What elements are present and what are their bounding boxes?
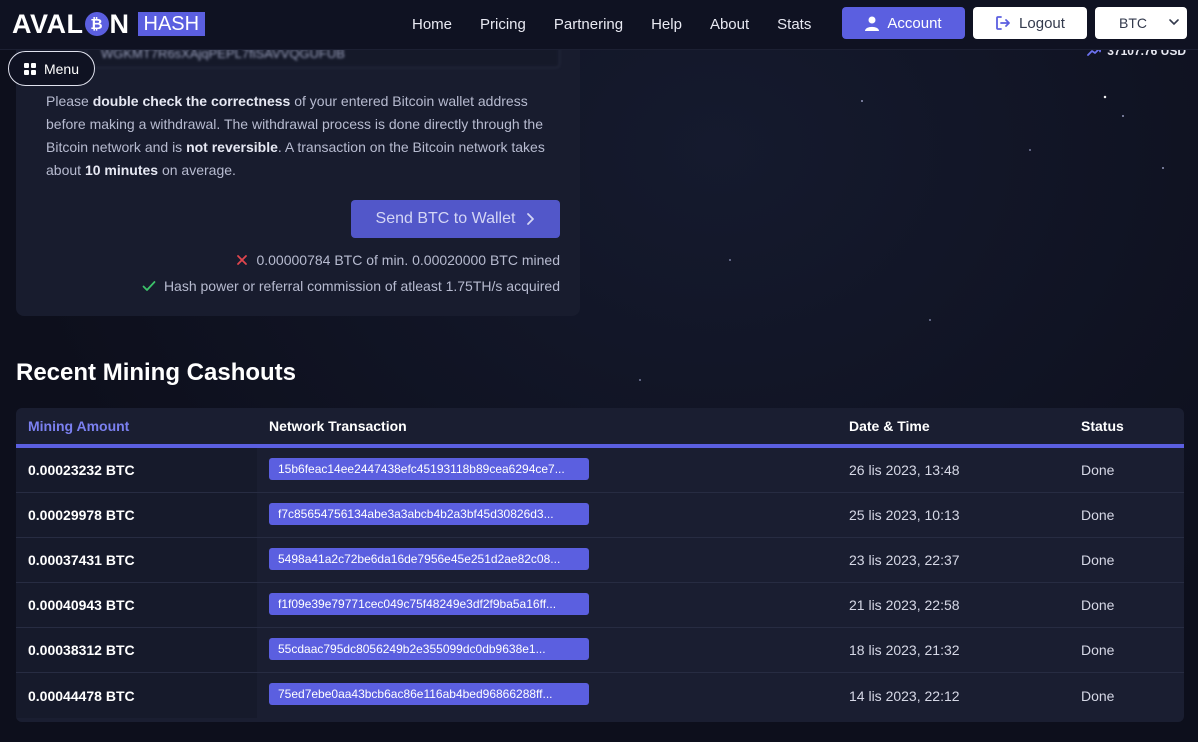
cell-date: 25 lis 2023, 10:13 [849,507,960,523]
currency-select[interactable]: BTC [1095,7,1187,39]
cell-transaction: 55cdaac795dc8056249b2e355099dc0db9638e1.… [257,637,837,663]
cell-status: Done [1081,507,1115,523]
chevron-down-icon [1167,15,1181,29]
cell-transaction: 15b6feac14ee2447438efc45193118b89cea6294… [257,457,837,483]
notice-bold-2: not reversible [186,139,278,155]
table-row: 0.00044478 BTC 75ed7ebe0aa43bcb6ac86e116… [16,673,1184,718]
notice-text-1: Please [46,93,93,109]
requirement-min-mined-text: 0.00000784 BTC of min. 0.00020000 BTC mi… [256,252,560,268]
cell-status: Done [1081,597,1115,613]
cell-status: Done [1081,642,1115,658]
logout-label: Logout [1019,14,1065,32]
logout-icon [995,15,1011,31]
cell-amount: 0.00044478 BTC [16,673,257,718]
top-header: AVAL ₿ N HASH Home Pricing Partnering He… [0,0,1198,50]
cell-transaction: f7c85654756134abe3a3abcb4b2a3bf45d30826d… [257,502,837,528]
transaction-link[interactable]: 15b6feac14ee2447438efc45193118b89cea6294… [269,457,589,480]
menu-label: Menu [43,60,80,77]
transaction-link[interactable]: f1f09e39e79771cec049c75f48249e3df2f9ba5a… [269,592,589,615]
bitcoin-coin-icon: ₿ [84,12,109,36]
header-mining-amount[interactable]: Mining Amount [16,418,257,434]
transaction-link[interactable]: 75ed7ebe0aa43bcb6ac86e116ab4bed96866288f… [269,683,589,705]
cell-transaction: f1f09e39e79771cec049c75f48249e3df2f9ba5a… [257,592,837,618]
send-label: Send BTC to Wallet [375,210,516,227]
nav-help[interactable]: Help [651,16,682,33]
cell-amount: 0.00038312 BTC [16,628,257,672]
header-status: Status [1081,418,1124,434]
chevron-right-icon [525,212,535,226]
table-row: 0.00038312 BTC 55cdaac795dc8056249b2e355… [16,628,1184,673]
account-label: Account [887,14,942,32]
cell-amount: 0.00023232 BTC [16,448,257,492]
menu-button[interactable]: Menu [8,51,95,86]
logo-text-left: AVAL [12,9,84,39]
cell-date: 26 lis 2023, 13:48 [849,462,960,478]
logo-badge: HASH [137,12,206,36]
cell-transaction: 5498a41a2c72be6da16de7956e45e251d2ae82c0… [257,547,837,573]
check-icon [142,280,156,292]
nav-about[interactable]: About [710,16,749,33]
withdraw-card: WGKMT7R6sXAjqPEPL7fiSAVVQGUFUB Please do… [16,44,580,316]
requirement-min-mined: 0.00000784 BTC of min. 0.00020000 BTC mi… [236,252,560,268]
cell-amount: 0.00040943 BTC [16,583,257,627]
cell-date: 18 lis 2023, 21:32 [849,642,960,658]
table-row: 0.00023232 BTC 15b6feac14ee2447438efc451… [16,448,1184,493]
transaction-link[interactable]: 5498a41a2c72be6da16de7956e45e251d2ae82c0… [269,547,589,570]
user-icon [865,16,880,31]
table-row: 0.00037431 BTC 5498a41a2c72be6da16de7956… [16,538,1184,583]
notice-bold-1: double check the correctness [92,93,291,109]
requirement-hash-power: Hash power or referral commission of atl… [142,278,560,294]
account-button[interactable]: Account [842,7,965,39]
currency-value: BTC [1119,15,1147,31]
cell-date: 21 lis 2023, 22:58 [849,597,960,613]
table-row: 0.00040943 BTC f1f09e39e79771cec049c75f4… [16,583,1184,628]
header-network-transaction: Network Transaction [269,418,407,434]
cashouts-title: Recent Mining Cashouts [16,359,297,386]
nav-stats[interactable]: Stats [777,16,811,33]
table-row: 0.00029978 BTC f7c85654756134abe3a3abcb4… [16,493,1184,538]
cell-status: Done [1081,687,1115,704]
transaction-link[interactable]: 55cdaac795dc8056249b2e355099dc0db9638e1.… [269,637,589,660]
grid-icon [23,62,36,75]
cell-date: 14 lis 2023, 22:12 [849,687,960,704]
cell-date: 23 lis 2023, 22:37 [849,552,960,568]
x-icon [236,254,248,266]
table-header: Mining Amount Network Transaction Date &… [16,408,1184,448]
requirement-hash-power-text: Hash power or referral commission of atl… [163,278,560,294]
logo[interactable]: AVAL ₿ N HASH [12,9,206,39]
cell-status: Done [1081,552,1115,568]
cell-status: Done [1081,462,1115,478]
cashouts-table: Mining Amount Network Transaction Date &… [16,408,1184,722]
cell-amount: 0.00029978 BTC [16,493,257,537]
nav-home[interactable]: Home [412,16,452,33]
cell-transaction: 75ed7ebe0aa43bcb6ac86e116ab4bed96866288f… [257,683,837,708]
header-date-time: Date & Time [849,418,930,434]
main-nav: Home Pricing Partnering Help About Stats [412,0,839,48]
notice-bold-3: 10 minutes [84,162,159,178]
logout-button[interactable]: Logout [973,7,1087,39]
transaction-link[interactable]: f7c85654756134abe3a3abcb4b2a3bf45d30826d… [269,502,589,525]
notice-text-4: on average. [158,162,236,178]
cell-amount: 0.00037431 BTC [16,538,257,582]
nav-partnering[interactable]: Partnering [554,16,623,33]
logo-text-right: N [109,9,130,39]
nav-pricing[interactable]: Pricing [480,16,526,33]
send-btc-button[interactable]: Send BTC to Wallet [351,200,560,238]
withdraw-notice: Please double check the correctness of y… [46,90,556,182]
